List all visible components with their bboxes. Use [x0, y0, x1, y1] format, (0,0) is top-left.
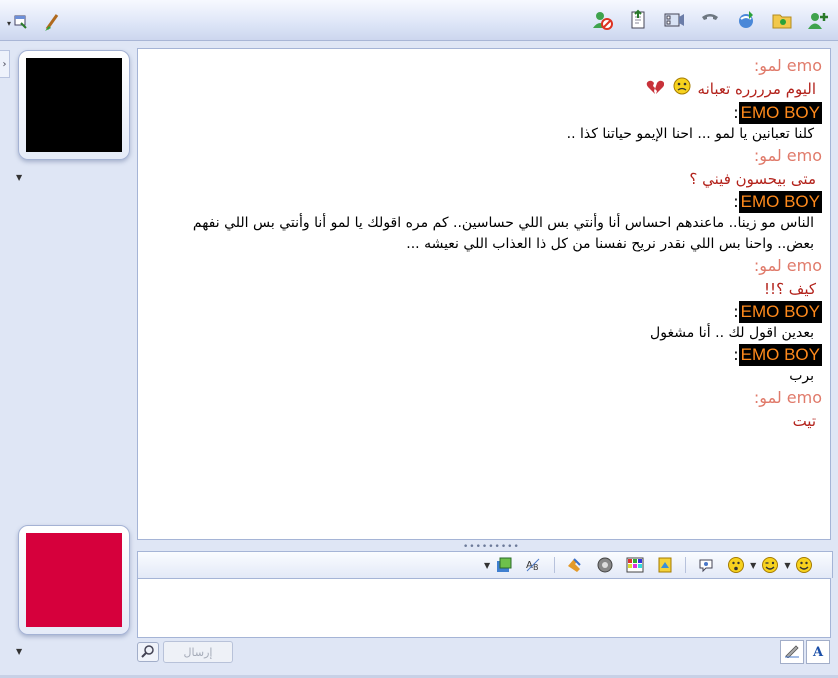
- sender-name: emo لمو:: [753, 146, 822, 165]
- message: EMO BOY: الناس مو زينا.. ماعندهم احساس أ…: [146, 191, 822, 255]
- contact-avatar-frame[interactable]: [18, 50, 130, 160]
- message: emo لمو: اليوم مرررره تعبانه: [146, 55, 822, 102]
- toolbar: ▾: [0, 0, 838, 41]
- contact-avatar-menu-arrow[interactable]: ▼: [16, 173, 22, 182]
- block-contact-icon[interactable]: [590, 8, 614, 32]
- sender-name: EMO BOY: [738, 102, 822, 124]
- chevron-down-icon[interactable]: ▼: [484, 561, 490, 570]
- message-text: بعدين اقول لك .. أنا مشغول: [650, 325, 814, 341]
- smiley-icon[interactable]: [794, 555, 814, 575]
- search-button[interactable]: [137, 642, 159, 662]
- share-icon[interactable]: [734, 8, 758, 32]
- message: emo لمو: تيت: [146, 387, 822, 433]
- winks-icon[interactable]: [655, 555, 675, 575]
- user-avatar-frame[interactable]: [18, 525, 130, 635]
- wink-face-icon[interactable]: [760, 555, 780, 575]
- user-avatar-menu-arrow[interactable]: ▼: [16, 647, 22, 656]
- sender-name: emo لمو:: [753, 388, 822, 407]
- window-menu-icon[interactable]: ▾: [6, 10, 30, 34]
- add-contact-icon[interactable]: [806, 8, 830, 32]
- sender-name: emo لمو:: [753, 256, 822, 275]
- sad-face-icon: [673, 77, 691, 102]
- message-text: الناس مو زينا.. ماعندهم احساس أنا وأنتي …: [192, 215, 814, 252]
- message: EMO BOY: برب: [146, 344, 822, 387]
- message-text: كلنا تعبانين يا لمو ... احنا الإيمو حيات…: [566, 126, 814, 142]
- message: EMO BOY: بعدين اقول لك .. أنا مشغول: [146, 301, 822, 344]
- svg-text:▾: ▾: [7, 19, 11, 28]
- nudge-icon[interactable]: [595, 555, 615, 575]
- font-button[interactable]: A: [806, 640, 830, 664]
- grid-icon[interactable]: [625, 555, 645, 575]
- chevron-right-icon: ›: [2, 58, 7, 70]
- send-files-icon[interactable]: [626, 8, 650, 32]
- message-body: اليوم مرررره تعبانه: [697, 80, 816, 98]
- sender-name: EMO BOY: [738, 191, 822, 213]
- games-folder-icon[interactable]: [770, 8, 794, 32]
- chevron-down-icon[interactable]: ▼: [750, 561, 756, 570]
- webcam-icon[interactable]: [662, 8, 686, 32]
- message-text: كيف ؟!!: [764, 280, 816, 298]
- message-text: تيت: [792, 412, 816, 430]
- paint-brush-icon[interactable]: [40, 10, 64, 34]
- handwriting-button[interactable]: [780, 640, 804, 664]
- broken-heart-icon: [646, 78, 665, 102]
- message: EMO BOY: كلنا تعبانين يا لمو ... احنا ال…: [146, 102, 822, 145]
- message: emo لمو: متى بيحسون فيني ؟: [146, 145, 822, 191]
- message-text: متى بيحسون فيني ؟: [689, 170, 816, 188]
- contact-avatar: [26, 58, 122, 152]
- message-text: برب: [789, 368, 814, 384]
- message: emo لمو: كيف ؟!!: [146, 255, 822, 301]
- message-input[interactable]: [137, 578, 831, 638]
- pen-icon: [784, 642, 800, 662]
- user-avatar: [26, 533, 122, 627]
- sender-name: EMO BOY: [738, 301, 822, 323]
- conversation-history[interactable]: emo لمو: اليوم مرررره تعبانه EMO BOY: كل…: [137, 48, 831, 540]
- font-tools: A: [780, 640, 830, 664]
- search-icon: [141, 643, 155, 662]
- spell-check-icon[interactable]: AB: [524, 555, 544, 575]
- backgrounds-icon[interactable]: [494, 555, 514, 575]
- send-button[interactable]: إرسال: [163, 641, 233, 663]
- emoticons-icon[interactable]: [726, 555, 746, 575]
- sidebar-toggle-button[interactable]: ›: [0, 50, 10, 78]
- voice-call-icon[interactable]: [698, 8, 722, 32]
- send-gift-icon[interactable]: [565, 555, 585, 575]
- message-text: اليوم مرررره تعبانه: [146, 77, 822, 102]
- sender-name: EMO BOY: [738, 344, 822, 366]
- chevron-down-icon[interactable]: ▼: [784, 561, 790, 570]
- sender-name: emo لمو:: [753, 56, 822, 75]
- voice-clip-icon[interactable]: [696, 555, 716, 575]
- compose-toolbar: ▼ AB ▼ ▼: [137, 551, 833, 578]
